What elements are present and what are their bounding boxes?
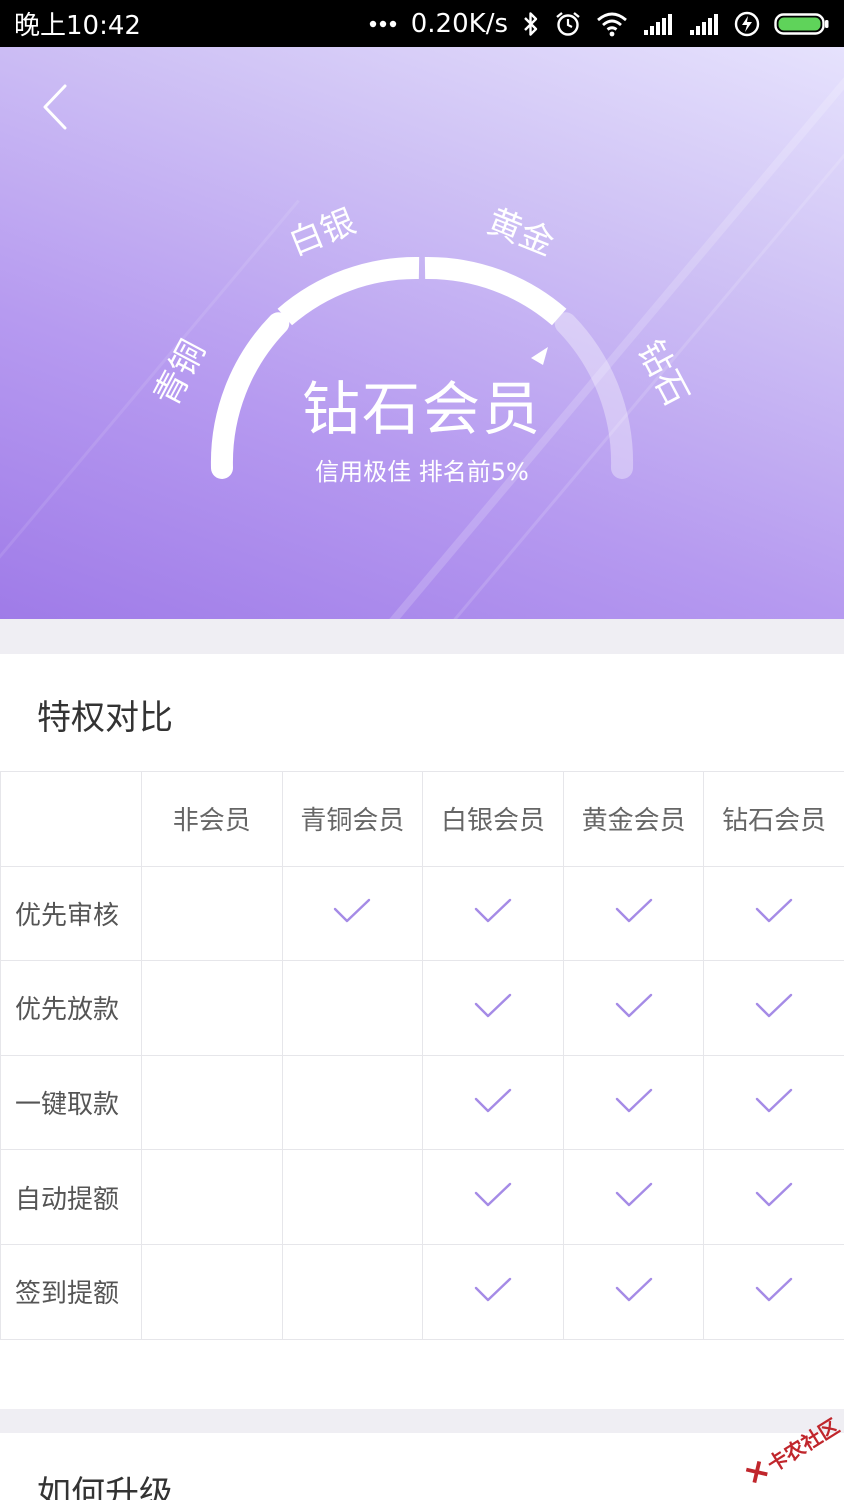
checkmark-icon (615, 1088, 652, 1112)
privilege-cell (281, 1149, 424, 1245)
current-tier-subtitle: 信用极佳 排名前5% (315, 458, 529, 486)
checkmark-icon (474, 1277, 512, 1301)
table-header-row: 非会员 青铜会员 白银会员 黄金会员 钻石会员 (0, 771, 844, 867)
checkmark-icon (474, 899, 512, 923)
status-bar: 晚上10:42 0.20K/s (0, 0, 844, 47)
privilege-cell (703, 960, 844, 1056)
dots-icon (369, 9, 397, 39)
privilege-cell (422, 960, 564, 1056)
upgrade-section-title: 如何升级 (37, 1474, 173, 1500)
checkmark-icon (615, 1182, 652, 1207)
privilege-label: 优先放款 (0, 960, 142, 1056)
privilege-cell (562, 1243, 705, 1340)
current-tier-title: 钻石会员 (301, 375, 542, 443)
privileges-comparison-table: 非会员 青铜会员 白银会员 黄金会员 钻石会员 优先审核 优先放款 一键取款 自动提额… (0, 771, 844, 1340)
privilege-cell (562, 960, 705, 1056)
privilege-cell (703, 865, 844, 962)
privilege-cell (703, 1054, 844, 1151)
privilege-cell (281, 1243, 424, 1340)
checkmark-icon (755, 1182, 793, 1207)
table-row: 签到提额 (0, 1243, 844, 1340)
privilege-cell (281, 865, 424, 962)
privilege-label: 优先审核 (0, 865, 142, 962)
privilege-label: 签到提额 (0, 1243, 142, 1340)
table-header-cell: 钻石会员 (703, 771, 844, 867)
privilege-cell (141, 1243, 283, 1340)
gauge-filled-arc (424, 256, 567, 326)
privilege-label: 一键取款 (0, 1054, 142, 1151)
table-row: 一键取款 (0, 1054, 844, 1151)
privilege-cell (281, 960, 424, 1056)
table-header-cell: 白银会员 (422, 771, 564, 867)
table-row: 优先放款 (0, 960, 844, 1056)
checkmark-icon (474, 993, 512, 1018)
privilege-label: 自动提额 (0, 1149, 142, 1245)
status-icons: 0.20K/s (369, 9, 830, 39)
table-header-cell: 黄金会员 (562, 771, 705, 867)
privilege-cell (422, 865, 564, 962)
privilege-cell (141, 1054, 283, 1151)
checkmark-icon (615, 1277, 652, 1301)
checkmark-icon (615, 899, 652, 923)
checkmark-icon (755, 993, 793, 1018)
checkmark-icon (474, 1088, 512, 1112)
wifi-icon (596, 9, 628, 39)
table-header-cell: 青铜会员 (281, 771, 424, 867)
table-row: 自动提额 (0, 1149, 844, 1245)
signal-icon (642, 9, 674, 39)
privileges-section-title: 特权对比 (37, 698, 173, 738)
table-header-cell: 非会员 (141, 771, 283, 867)
signal-icon (688, 9, 720, 39)
privilege-cell (281, 1054, 424, 1151)
privilege-cell (141, 1149, 283, 1245)
tier-gauge (210, 256, 634, 479)
privilege-cell (562, 1054, 705, 1151)
gauge-filled-arc (277, 256, 420, 326)
privilege-cell (422, 1054, 564, 1151)
bluetooth-icon (522, 9, 540, 39)
battery-icon (774, 9, 830, 39)
privilege-cell (562, 1149, 705, 1245)
checkmark-icon (755, 1088, 793, 1112)
privilege-cell (422, 1149, 564, 1245)
charging-icon (734, 9, 760, 39)
table-header-cell (0, 771, 142, 867)
privilege-cell (703, 1149, 844, 1245)
membership-hero: 青铜 白银 黄金 钻石 钻石会员 信用极佳 排名前5% (0, 47, 844, 619)
network-speed: 0.20K/s (410, 8, 508, 39)
section-divider (0, 1409, 844, 1433)
checkmark-icon (334, 899, 371, 923)
privilege-cell (422, 1243, 564, 1340)
privilege-cell (703, 1243, 844, 1340)
table-row: 优先审核 (0, 865, 844, 962)
checkmark-icon (615, 993, 652, 1018)
checkmark-icon (474, 1182, 512, 1207)
privilege-cell (141, 865, 283, 962)
checkmark-icon (755, 899, 793, 923)
privilege-cell (562, 865, 705, 962)
checkmark-icon (755, 1277, 793, 1301)
alarm-icon (554, 9, 582, 39)
privilege-cell (141, 960, 283, 1056)
status-time: 晚上10:42 (14, 11, 141, 41)
section-divider (0, 619, 844, 654)
